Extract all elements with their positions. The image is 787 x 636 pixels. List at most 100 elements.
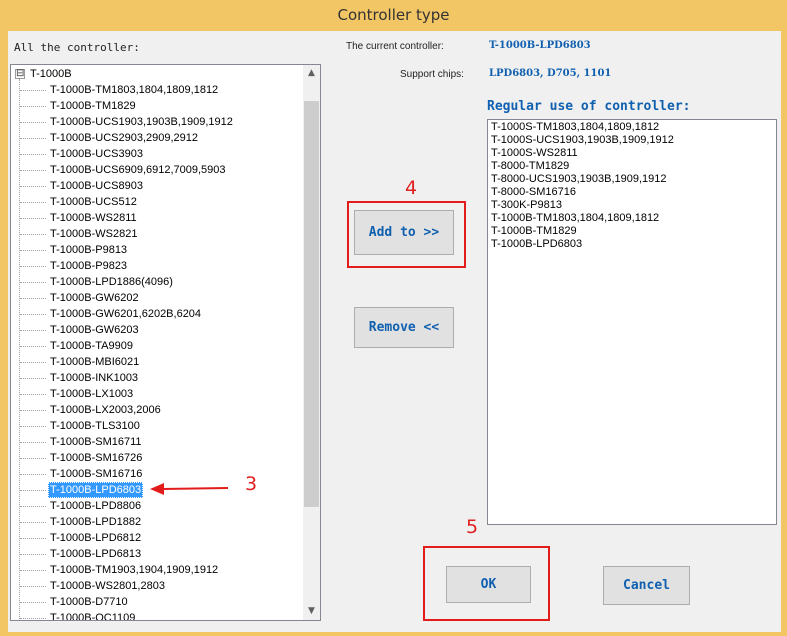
tree-item[interactable]: T-1000B-P9823 [11,258,305,274]
tree-connector [20,586,46,587]
current-controller-value: T-1000B-LPD6803 [489,40,591,51]
list-item[interactable]: T-1000S-TM1803,1804,1809,1812 [491,121,773,134]
controller-tree[interactable]: ⊟ T-1000B T-1000B-TM1803,1804,1809,1812 T… [10,64,321,621]
tree-item[interactable]: T-1000B-LX1003 [11,386,305,402]
tree-connector [20,410,46,411]
tree-item[interactable]: T-1000B-GW6202 [11,290,305,306]
tree-item-label[interactable]: T-1000B-LPD6812 [48,530,143,546]
tree-item-label[interactable]: T-1000B-UCS3903 [48,146,145,162]
tree-items: T-1000B-TM1803,1804,1809,1812 T-1000B-TM1… [11,82,305,620]
scroll-up-icon[interactable]: ▲ [303,65,320,82]
scroll-thumb[interactable] [304,101,319,507]
tree-item[interactable]: T-1000B-TM1903,1904,1909,1912 [11,562,305,578]
tree-connector [20,490,46,491]
tree-item-label[interactable]: T-1000B-D7710 [48,594,130,610]
tree-item-label[interactable]: T-1000B-MBI6021 [48,354,141,370]
tree-item[interactable]: T-1000B-TA9909 [11,338,305,354]
tree-item-label[interactable]: T-1000B-GW6201,6202B,6204 [48,306,203,322]
tree-item[interactable]: T-1000B-WS2811 [11,210,305,226]
tree-item-label[interactable]: T-1000B-QC1109 [48,610,137,620]
tree-item[interactable]: T-1000B-LX2003,2006 [11,402,305,418]
tree-item-label[interactable]: T-1000B-P9823 [48,258,129,274]
tree-item-label[interactable]: T-1000B-SM16711 [48,434,144,450]
list-item[interactable]: T-300K-P9813 [491,199,773,212]
tree-connector [20,106,46,107]
tree-item-label[interactable]: T-1000B-LPD8806 [48,498,143,514]
tree-item[interactable]: T-1000B-INK1003 [11,370,305,386]
tree-item-label[interactable]: T-1000B-LX1003 [48,386,135,402]
tree-item[interactable]: T-1000B-LPD1886(4096) [11,274,305,290]
tree-item[interactable]: T-1000B-GW6203 [11,322,305,338]
annotation-step-5: 5 [466,516,479,538]
tree-item-label[interactable]: T-1000B-INK1003 [48,370,140,386]
tree-item[interactable]: T-1000B-UCS2903,2909,2912 [11,130,305,146]
tree-item-label[interactable]: T-1000B-LPD6803 [48,482,144,498]
tree-scrollbar[interactable]: ▲ ▼ [303,65,320,620]
tree-item[interactable]: T-1000B-TLS3100 [11,418,305,434]
tree-item-label[interactable]: T-1000B-TLS3100 [48,418,142,434]
tree-item[interactable]: T-1000B-LPD6813 [11,546,305,562]
tree-item-label[interactable]: T-1000B-TM1803,1804,1809,1812 [48,82,220,98]
tree-item-label[interactable]: T-1000B-WS2821 [48,226,139,242]
tree-item[interactable]: T-1000B-UCS512 [11,194,305,210]
tree-item-label[interactable]: T-1000B-TA9909 [48,338,135,354]
tree-item-label[interactable]: T-1000B-UCS6909,6912,7009,5903 [48,162,228,178]
tree-item-label[interactable]: T-1000B-LPD1882 [48,514,143,530]
tree-connector [20,90,46,91]
tree-item[interactable]: T-1000B-WS2801,2803 [11,578,305,594]
tree-item-label[interactable]: T-1000B-UCS1903,1903B,1909,1912 [48,114,235,130]
tree-item[interactable]: T-1000B-D7710 [11,594,305,610]
list-item[interactable]: T-1000B-TM1829 [491,225,773,238]
collapse-icon[interactable]: ⊟ [15,69,25,79]
tree-item[interactable]: T-1000B-UCS1903,1903B,1909,1912 [11,114,305,130]
tree-item-label[interactable]: T-1000B-GW6202 [48,290,141,306]
tree-item[interactable]: T-1000B-QC1109 [11,610,305,620]
tree-item-label[interactable]: T-1000B-WS2801,2803 [48,578,167,594]
tree-item[interactable]: T-1000B-P9813 [11,242,305,258]
tree-item[interactable]: T-1000B-LPD1882 [11,514,305,530]
tree-item[interactable]: T-1000B-LPD8806 [11,498,305,514]
tree-connector [20,570,46,571]
tree-connector [20,538,46,539]
tree-connector [20,522,46,523]
remove-button[interactable]: Remove << [354,307,454,348]
cancel-button[interactable]: Cancel [603,566,690,605]
tree-item-label[interactable]: T-1000B-UCS512 [48,194,139,210]
tree-item-label[interactable]: T-1000B-P9813 [48,242,129,258]
scroll-down-icon[interactable]: ▼ [303,603,320,620]
tree-item[interactable]: T-1000B-SM16711 [11,434,305,450]
tree-item[interactable]: T-1000B-UCS8903 [11,178,305,194]
list-item[interactable]: T-8000-TM1829 [491,160,773,173]
list-item[interactable]: T-1000B-LPD6803 [491,238,773,251]
tree-connector [20,474,46,475]
list-item[interactable]: T-8000-SM16716 [491,186,773,199]
tree-item[interactable]: T-1000B-TM1803,1804,1809,1812 [11,82,305,98]
tree-connector [20,202,46,203]
tree-item-label[interactable]: T-1000B-SM16716 [48,466,144,482]
tree-item[interactable]: T-1000B-MBI6021 [11,354,305,370]
tree-item-label[interactable]: T-1000B-LPD6813 [48,546,143,562]
tree-item-label[interactable]: T-1000B-TM1903,1904,1909,1912 [48,562,220,578]
tree-item-label[interactable]: T-1000B-UCS8903 [48,178,145,194]
tree-root-label[interactable]: T-1000B [30,66,72,82]
tree-item-label[interactable]: T-1000B-TM1829 [48,98,138,114]
tree-item[interactable]: T-1000B-SM16726 [11,450,305,466]
tree-item[interactable]: T-1000B-UCS6909,6912,7009,5903 [11,162,305,178]
list-item[interactable]: T-1000B-TM1803,1804,1809,1812 [491,212,773,225]
tree-item-label[interactable]: T-1000B-LX2003,2006 [48,402,163,418]
tree-item[interactable]: T-1000B-TM1829 [11,98,305,114]
tree-item-label[interactable]: T-1000B-SM16726 [48,450,144,466]
tree-item-label[interactable]: T-1000B-WS2811 [48,210,139,226]
tree-item-label[interactable]: T-1000B-LPD1886(4096) [48,274,175,290]
tree-item[interactable]: T-1000B-UCS3903 [11,146,305,162]
list-item[interactable]: T-8000-UCS1903,1903B,1909,1912 [491,173,773,186]
tree-item[interactable]: T-1000B-GW6201,6202B,6204 [11,306,305,322]
tree-item-label[interactable]: T-1000B-UCS2903,2909,2912 [48,130,200,146]
tree-item[interactable]: T-1000B-LPD6812 [11,530,305,546]
regular-use-list[interactable]: T-1000S-TM1803,1804,1809,1812 T-1000S-UCS… [487,119,777,525]
list-item[interactable]: T-1000S-WS2811 [491,147,773,160]
list-item[interactable]: T-1000S-UCS1903,1903B,1909,1912 [491,134,773,147]
tree-item[interactable]: T-1000B-WS2821 [11,226,305,242]
annotation-box-add [347,201,466,268]
tree-item-label[interactable]: T-1000B-GW6203 [48,322,141,338]
